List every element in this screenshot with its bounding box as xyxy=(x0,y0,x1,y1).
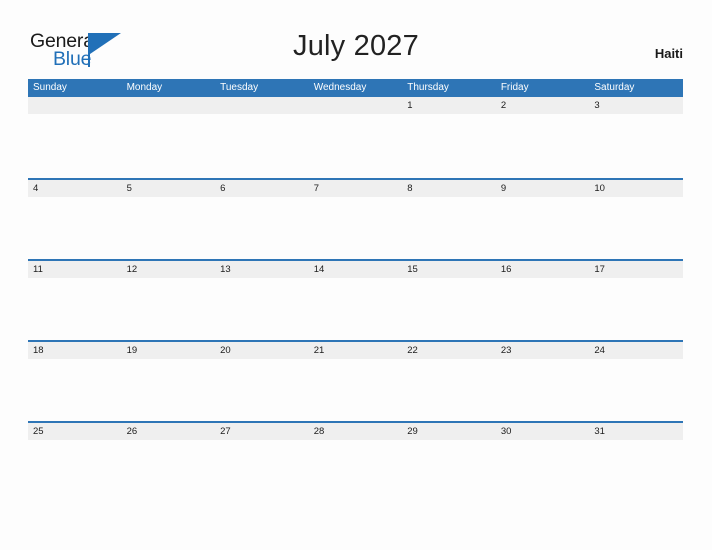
day-cell-14[interactable]: 14 xyxy=(309,261,403,278)
day-cell-2[interactable]: 2 xyxy=(496,97,590,114)
day-cell-18[interactable]: 18 xyxy=(28,342,122,359)
weekday-header-friday: Friday xyxy=(500,82,529,93)
week-date-band: 11 12 13 14 15 16 17 xyxy=(28,261,683,278)
page-header: General Blue July 2027 Haiti xyxy=(0,0,712,79)
day-cell-3[interactable]: 3 xyxy=(589,97,683,114)
weekday-header-tuesday: Tuesday xyxy=(220,82,259,93)
weekday-header-sunday: Sunday xyxy=(33,82,67,93)
day-cell-5[interactable]: 5 xyxy=(122,180,216,197)
week-note-area[interactable] xyxy=(28,114,683,178)
day-cell-empty xyxy=(28,97,122,114)
day-cell-13[interactable]: 13 xyxy=(215,261,309,278)
week-date-band: 1 2 3 xyxy=(28,97,683,114)
calendar-grid: Sunday Monday Tuesday Wednesday Thursday… xyxy=(28,79,683,502)
day-cell-1[interactable]: 1 xyxy=(402,97,496,114)
day-cell-6[interactable]: 6 xyxy=(215,180,309,197)
day-cell-9[interactable]: 9 xyxy=(496,180,590,197)
calendar-page: General Blue July 2027 Haiti Sunday Mond… xyxy=(0,0,712,550)
weekday-header-monday: Monday xyxy=(126,82,163,93)
calendar-week-row: 25 26 27 28 29 30 31 xyxy=(28,421,683,502)
week-note-area[interactable] xyxy=(28,197,683,259)
calendar-week-row: 11 12 13 14 15 16 17 xyxy=(28,259,683,340)
weekday-header-thursday: Thursday xyxy=(407,82,449,93)
day-cell-empty xyxy=(122,97,216,114)
day-cell-21[interactable]: 21 xyxy=(309,342,403,359)
calendar-week-row: 1 2 3 xyxy=(28,97,683,178)
country-label: Haiti xyxy=(654,46,683,61)
day-cell-empty xyxy=(309,97,403,114)
week-note-area[interactable] xyxy=(28,440,683,502)
calendar-week-row: 4 5 6 7 8 9 10 xyxy=(28,178,683,259)
weekday-header-row: Sunday Monday Tuesday Wednesday Thursday… xyxy=(28,79,683,97)
day-cell-30[interactable]: 30 xyxy=(496,423,590,440)
day-cell-24[interactable]: 24 xyxy=(589,342,683,359)
week-note-area[interactable] xyxy=(28,359,683,421)
page-title: July 2027 xyxy=(293,30,419,62)
day-cell-19[interactable]: 19 xyxy=(122,342,216,359)
day-cell-31[interactable]: 31 xyxy=(589,423,683,440)
day-cell-15[interactable]: 15 xyxy=(402,261,496,278)
day-cell-29[interactable]: 29 xyxy=(402,423,496,440)
day-cell-25[interactable]: 25 xyxy=(28,423,122,440)
day-cell-27[interactable]: 27 xyxy=(215,423,309,440)
day-cell-4[interactable]: 4 xyxy=(28,180,122,197)
day-cell-28[interactable]: 28 xyxy=(309,423,403,440)
week-date-band: 25 26 27 28 29 30 31 xyxy=(28,423,683,440)
week-date-band: 4 5 6 7 8 9 10 xyxy=(28,180,683,197)
weekday-header-saturday: Saturday xyxy=(594,82,635,93)
calendar-week-row: 18 19 20 21 22 23 24 xyxy=(28,340,683,421)
day-cell-7[interactable]: 7 xyxy=(309,180,403,197)
day-cell-10[interactable]: 10 xyxy=(589,180,683,197)
day-cell-11[interactable]: 11 xyxy=(28,261,122,278)
week-note-area[interactable] xyxy=(28,278,683,340)
day-cell-12[interactable]: 12 xyxy=(122,261,216,278)
day-cell-20[interactable]: 20 xyxy=(215,342,309,359)
day-cell-23[interactable]: 23 xyxy=(496,342,590,359)
day-cell-17[interactable]: 17 xyxy=(589,261,683,278)
day-cell-16[interactable]: 16 xyxy=(496,261,590,278)
day-cell-26[interactable]: 26 xyxy=(122,423,216,440)
weekday-header-wednesday: Wednesday xyxy=(313,82,367,93)
day-cell-22[interactable]: 22 xyxy=(402,342,496,359)
week-date-band: 18 19 20 21 22 23 24 xyxy=(28,342,683,359)
day-cell-empty xyxy=(215,97,309,114)
day-cell-8[interactable]: 8 xyxy=(402,180,496,197)
